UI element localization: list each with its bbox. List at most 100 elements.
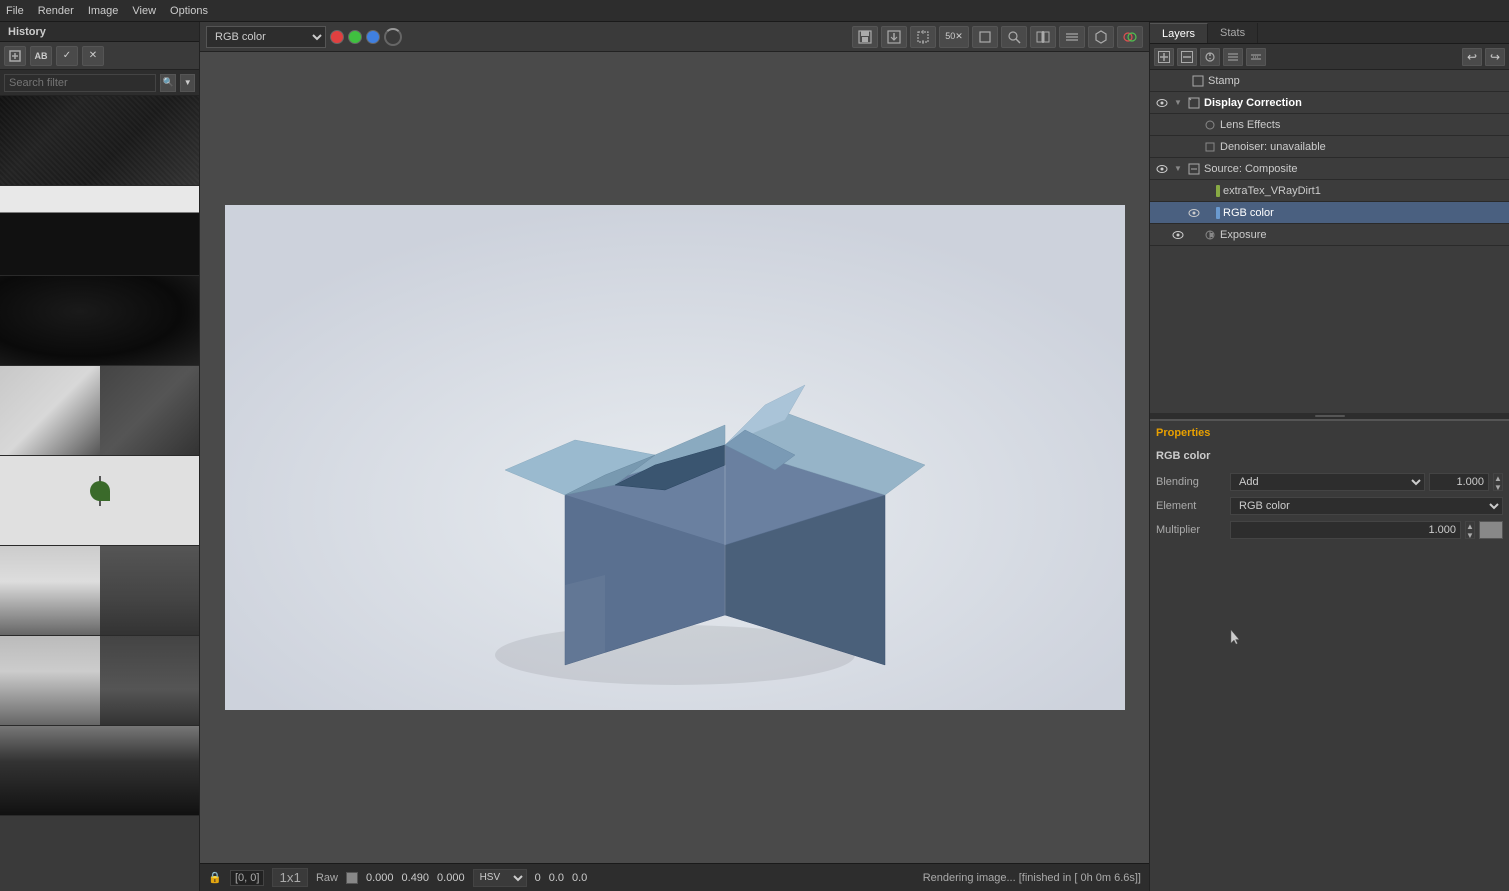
denoiser-icon [1203, 140, 1217, 154]
element-row: Element RGB color Alpha Depth [1156, 495, 1503, 517]
multiplier-value[interactable] [1230, 521, 1461, 539]
color-mode-select[interactable]: RGB color HSV Linear Luma [206, 26, 326, 48]
layer-row-rgb-color[interactable]: RGB color [1150, 202, 1509, 224]
multiplier-color-swatch[interactable] [1479, 521, 1503, 539]
extra-val-2: 0.0 [549, 872, 564, 884]
close-history-button[interactable]: ✕ [82, 46, 104, 66]
eye-icon-source-composite[interactable] [1154, 161, 1170, 177]
layer-row-denoiser[interactable]: Denoiser: unavailable [1150, 136, 1509, 158]
export-button[interactable] [881, 26, 907, 48]
blending-amount[interactable]: 1.000 [1429, 473, 1489, 491]
history-item[interactable] [0, 546, 199, 636]
multiplier-row: Multiplier ▲▼ [1156, 519, 1503, 541]
correction-icon [1187, 96, 1201, 110]
eye-icon-stamp[interactable] [1154, 73, 1170, 89]
layer-row-exposure[interactable]: Exposure [1150, 224, 1509, 246]
menu-item-render[interactable]: Render [38, 5, 74, 17]
compare-button[interactable] [1030, 26, 1056, 48]
layer-name-denoiser: Denoiser: unavailable [1220, 141, 1505, 153]
red-channel-dot[interactable] [330, 30, 344, 44]
flatten-button[interactable] [1246, 48, 1266, 66]
source-button[interactable] [1200, 48, 1220, 66]
menu-bar: File Render Image View Options [0, 0, 1509, 22]
search-icon[interactable]: 🔍 [160, 74, 176, 92]
search-dropdown[interactable]: ▼ [180, 74, 195, 92]
expand-icon-source-composite[interactable]: ▼ [1172, 163, 1184, 175]
history-item[interactable] [0, 366, 199, 456]
extra-val-1: 0 [535, 872, 541, 884]
spinner-icon[interactable] [384, 28, 402, 46]
blue-channel-dot[interactable] [366, 30, 380, 44]
eye-icon-lens-effects[interactable] [1170, 117, 1186, 133]
menu-item-options[interactable]: Options [170, 5, 208, 17]
history-title: History [0, 22, 199, 42]
toolbar: RGB color HSV Linear Luma [200, 22, 1149, 52]
expand-icon-display-correction[interactable]: ▼ [1172, 97, 1184, 109]
layers-empty-area [1150, 549, 1509, 891]
eye-icon-extratex[interactable] [1186, 183, 1202, 199]
history-item[interactable] [0, 186, 199, 276]
sample-size-status[interactable]: 1x1 [272, 868, 308, 887]
history-item[interactable] [0, 636, 199, 726]
eye-icon-denoiser[interactable] [1170, 139, 1186, 155]
sample-size-button[interactable]: 50✕ [939, 26, 969, 48]
search-bar: 🔍 ▼ [0, 70, 199, 96]
layer-name-stamp: Stamp [1208, 75, 1505, 87]
channels-button[interactable] [1117, 26, 1143, 48]
eye-icon-display-correction[interactable] [1154, 95, 1170, 111]
history-item[interactable] [0, 276, 199, 366]
status-bar: 🔒 [0, 0] 1x1 Raw 0.000 0.490 0.000 HSV R… [200, 863, 1149, 891]
new-render-button[interactable] [4, 46, 26, 66]
save-button[interactable] [852, 26, 878, 48]
color-swatch [346, 872, 358, 884]
prop-name-row: RGB color [1156, 445, 1503, 467]
blending-stepper[interactable]: ▲▼ [1493, 473, 1503, 491]
layer-row-lens-effects[interactable]: Lens Effects [1150, 114, 1509, 136]
menu-item-view[interactable]: View [132, 5, 156, 17]
alt-button[interactable]: AB [30, 46, 52, 66]
stamp-icon [1191, 74, 1205, 88]
layer-name-rgb-color: RGB color [1223, 207, 1505, 219]
tabs-bar: Layers Stats [1150, 22, 1509, 44]
redo-button[interactable]: ↪ [1485, 48, 1505, 66]
zoom-button[interactable] [1001, 26, 1027, 48]
check-button[interactable]: ✓ [56, 46, 78, 66]
lock-icon: 🔒 [208, 871, 222, 885]
lens-icon [1203, 118, 1217, 132]
history-item[interactable] [0, 456, 199, 546]
layer-row-extratex[interactable]: extraTex_VRayDirt1 [1150, 180, 1509, 202]
merge-button[interactable] [1223, 48, 1243, 66]
eye-icon-rgb-color[interactable] [1186, 205, 1202, 221]
value-g: 0.490 [402, 872, 430, 884]
undo-button[interactable]: ↩ [1462, 48, 1482, 66]
layer-row-display-correction[interactable]: ▼ Display Correction [1150, 92, 1509, 114]
menu-item-file[interactable]: File [6, 5, 24, 17]
tab-layers[interactable]: Layers [1150, 23, 1208, 43]
layers-view-button[interactable] [1059, 26, 1085, 48]
cursor-indicator [1230, 629, 1240, 645]
layer-row-source-composite[interactable]: ▼ Source: Composite [1150, 158, 1509, 180]
layer-name-extratex: extraTex_VRayDirt1 [1223, 185, 1505, 197]
history-item[interactable] [0, 96, 199, 186]
rgb-color-bar [1216, 207, 1220, 219]
tab-stats[interactable]: Stats [1208, 23, 1258, 43]
blending-select[interactable]: Add Multiply Screen Overlay [1230, 473, 1425, 491]
history-item[interactable] [0, 726, 199, 816]
region-button[interactable] [972, 26, 998, 48]
menu-item-image[interactable]: Image [88, 5, 119, 17]
green-channel-dot[interactable] [348, 30, 362, 44]
layers-toolbar: ↩ ↪ [1150, 44, 1509, 70]
element-select[interactable]: RGB color Alpha Depth [1230, 497, 1503, 515]
channel-select[interactable]: HSV RGB Linear [473, 869, 527, 887]
properties-title: Properties [1156, 427, 1503, 439]
eye-icon-exposure[interactable] [1170, 227, 1186, 243]
multiplier-stepper[interactable]: ▲▼ [1465, 521, 1475, 539]
layer-name-source-composite: Source: Composite [1204, 163, 1505, 175]
layer-row-stamp[interactable]: Stamp [1150, 70, 1509, 92]
select-region-button[interactable] [910, 26, 936, 48]
remove-layer-button[interactable] [1177, 48, 1197, 66]
search-input[interactable] [4, 74, 156, 92]
mask-button[interactable] [1088, 26, 1114, 48]
add-layer-button[interactable] [1154, 48, 1174, 66]
status-message: Rendering image... [finished in [ 0h 0m … [923, 872, 1141, 884]
